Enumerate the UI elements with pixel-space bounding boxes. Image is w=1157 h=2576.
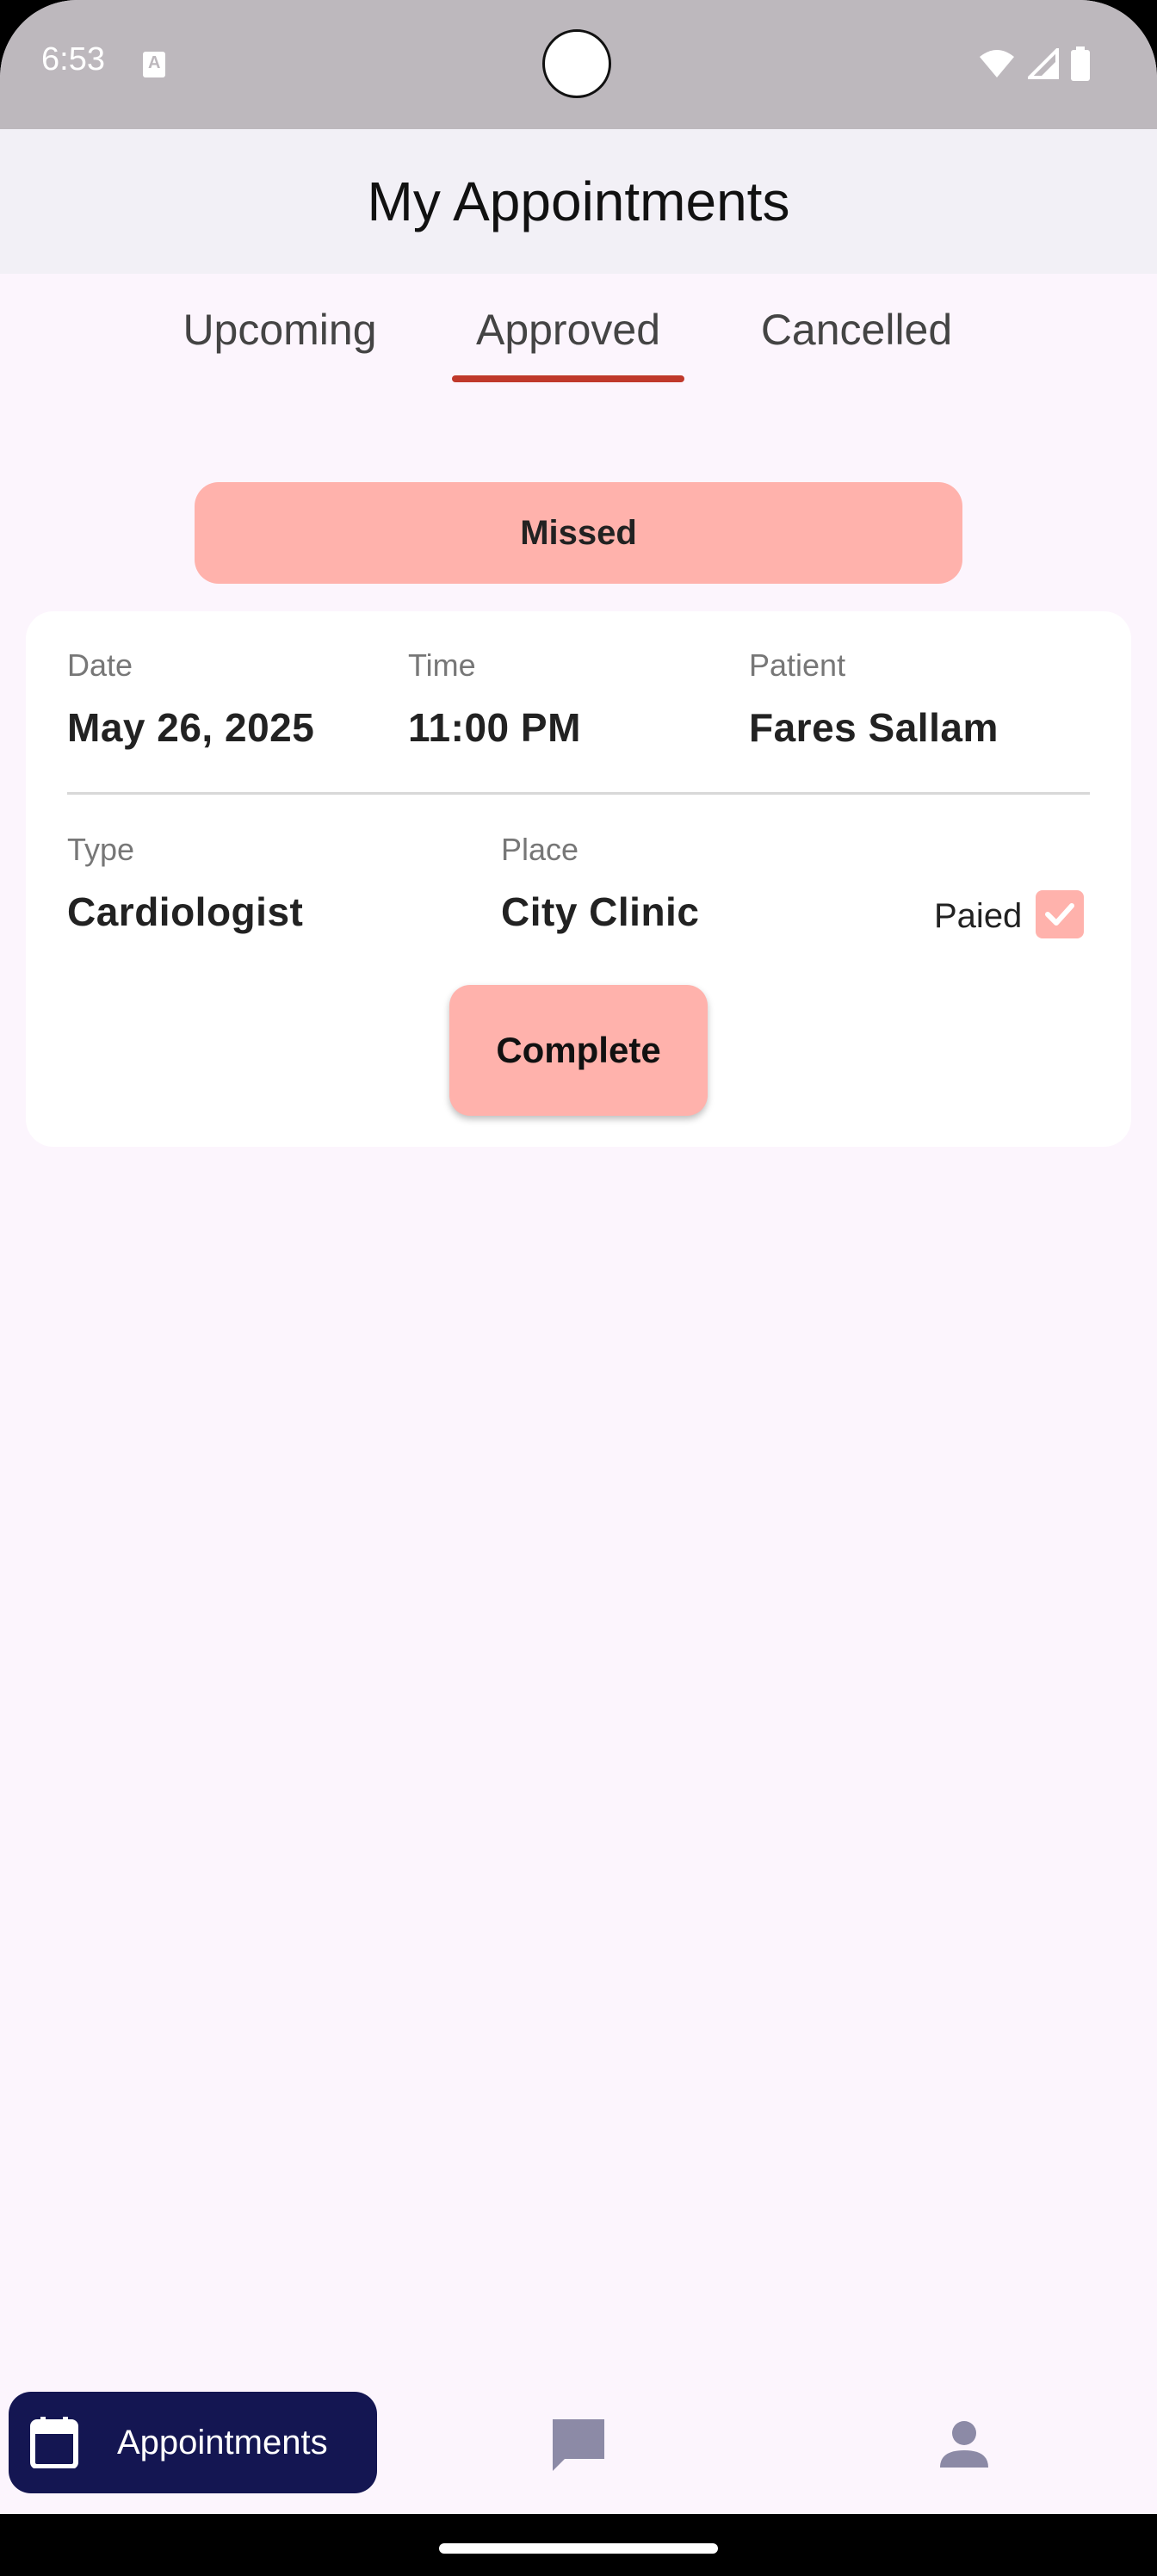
appointment-tabs: Upcoming Approved Cancelled (0, 274, 1157, 386)
date-value: May 26, 2025 (67, 705, 315, 750)
time-label: Time (408, 647, 476, 683)
checkmark-icon (1045, 903, 1074, 926)
person-icon[interactable] (933, 2414, 995, 2476)
cellular-signal-icon (1028, 48, 1059, 79)
place-value: City Clinic (501, 889, 700, 934)
appointment-card: Date May 26, 2025 Time 11:00 PM Patient … (26, 611, 1131, 1147)
type-value: Cardiologist (67, 889, 304, 934)
paid-checkbox[interactable] (1036, 890, 1084, 938)
tab-approved[interactable]: Approved (452, 305, 684, 382)
type-label: Type (67, 832, 135, 867)
app-bar: My Appointments (0, 129, 1157, 274)
bottom-navigation: Appointments (0, 2359, 1157, 2514)
chat-icon[interactable] (548, 2414, 609, 2476)
page-title: My Appointments (367, 170, 790, 232)
nav-item-label: Appointments (117, 2423, 328, 2461)
home-indicator[interactable] (439, 2543, 718, 2554)
battery-icon (1071, 46, 1090, 81)
date-label: Date (67, 647, 133, 683)
status-icons (978, 46, 1090, 81)
status-time: 6:53 (41, 41, 105, 77)
nav-item-appointments[interactable]: Appointments (9, 2392, 377, 2493)
tab-upcoming[interactable]: Upcoming (164, 305, 396, 382)
front-camera (542, 29, 611, 98)
calendar-icon (26, 2414, 83, 2471)
wifi-icon (980, 50, 1014, 77)
accessibility-notification-icon (143, 52, 165, 77)
status-bar: 6:53 (0, 0, 1157, 129)
missed-status-badge: Missed (195, 482, 962, 584)
patient-value: Fares Sallam (749, 705, 999, 750)
time-value: 11:00 PM (408, 705, 581, 750)
tab-indicator (452, 375, 684, 382)
paid-label: Paied (934, 897, 1023, 935)
tab-cancelled[interactable]: Cancelled (740, 305, 973, 382)
card-divider (67, 792, 1090, 795)
place-label: Place (501, 832, 579, 867)
phone-screen: 6:53 My Appointments Upcoming Approved C… (0, 0, 1157, 2576)
system-navigation-bar (0, 2514, 1157, 2576)
complete-button[interactable]: Complete (449, 985, 708, 1116)
patient-label: Patient (749, 647, 846, 683)
